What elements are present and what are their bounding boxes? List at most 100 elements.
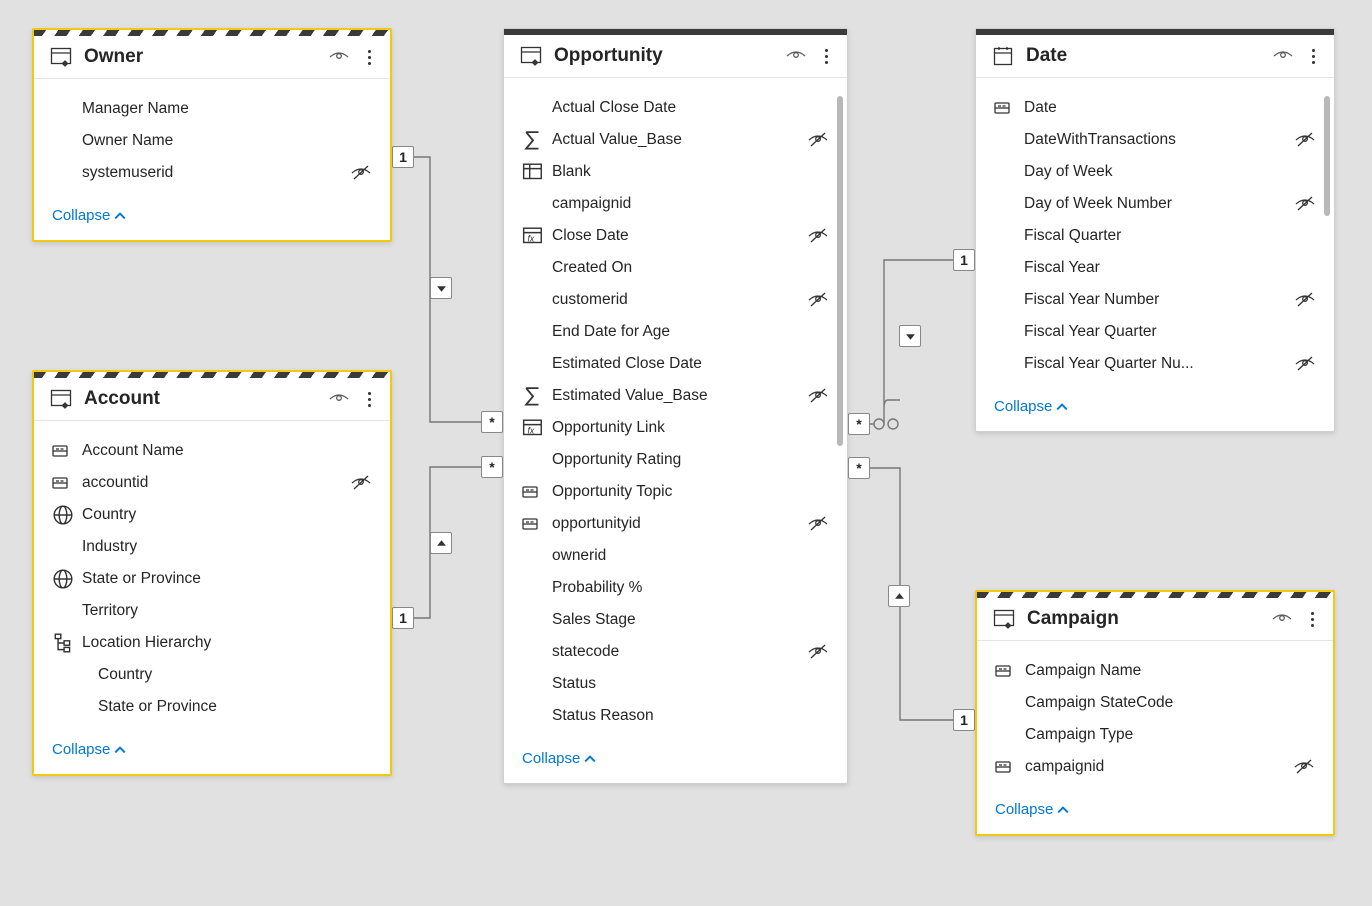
chevron-up-icon [1056,401,1068,413]
field-row[interactable]: Account Name [34,435,390,467]
cardinality-one: 1 [392,146,414,168]
hidden-icon [807,227,829,245]
scrollbar[interactable] [837,96,843,446]
field-row[interactable]: Country [34,659,390,691]
table-card-owner[interactable]: Owner Manager NameOwner Namesystemuserid… [32,28,392,242]
hidden-icon [1294,291,1316,309]
field-row[interactable]: Date [976,92,1334,124]
field-row[interactable]: Country [34,499,390,531]
card-header[interactable]: Opportunity [504,35,847,78]
visibility-icon[interactable] [328,46,350,68]
table-card-date[interactable]: Date DateDateWithTransactionsDay of Week… [975,28,1335,432]
field-row[interactable]: Status [504,668,847,700]
blank-icon [52,666,74,684]
more-options-icon[interactable] [362,392,376,407]
table-card-account[interactable]: Account Account NameaccountidCountryIndu… [32,370,392,776]
field-row[interactable]: statecode [504,636,847,668]
collapse-button[interactable]: Collapse [977,791,1333,834]
card-header[interactable]: Account [34,378,390,421]
cardinality-one: 1 [953,249,975,271]
field-row[interactable]: ownerid [504,540,847,572]
field-row[interactable]: Blank [504,156,847,188]
visibility-icon[interactable] [1271,608,1293,630]
visibility-icon[interactable] [785,45,807,67]
table-card-campaign[interactable]: Campaign Campaign NameCampaign StateCode… [975,590,1335,836]
field-list: Account NameaccountidCountryIndustryStat… [34,421,390,731]
field-row[interactable]: Fiscal Year Number [976,284,1334,316]
blank-icon [522,99,544,117]
field-row[interactable]: Opportunity Topic [504,476,847,508]
field-row[interactable]: Day of Week Number [976,188,1334,220]
field-row[interactable]: State or Province [34,691,390,723]
field-row[interactable]: Owner Name [34,125,390,157]
field-name: Fiscal Year Quarter Nu... [1024,355,1286,373]
blank-icon [995,694,1017,712]
collapse-button[interactable]: Collapse [976,388,1334,431]
field-row[interactable]: Industry [34,531,390,563]
field-row[interactable]: Actual Value_Base [504,124,847,156]
hidden-icon [350,698,372,716]
blank-icon [994,195,1016,213]
field-row[interactable]: Status Reason [504,700,847,732]
table-title: Account [84,388,316,410]
field-row[interactable]: systemuserid [34,157,390,189]
field-row[interactable]: Manager Name [34,93,390,125]
field-row[interactable]: campaignid [977,751,1333,783]
blank-icon [522,579,544,597]
field-row[interactable]: Campaign Type [977,719,1333,751]
table-icon [50,388,72,410]
visibility-icon[interactable] [1272,45,1294,67]
visibility-icon[interactable] [328,388,350,410]
field-row[interactable]: Campaign Name [977,655,1333,687]
field-row[interactable]: Campaign StateCode [977,687,1333,719]
collapse-label: Collapse [52,741,110,758]
hidden-icon [1294,195,1316,213]
field-name: Actual Value_Base [552,131,799,149]
field-row[interactable]: Fiscal Quarter [976,220,1334,252]
more-options-icon[interactable] [1305,612,1319,627]
field-row[interactable]: DateWithTransactions [976,124,1334,156]
field-name: statecode [552,643,799,661]
chevron-up-icon [1057,804,1069,816]
scrollbar[interactable] [1324,96,1330,216]
field-row[interactable]: fxOpportunity Link [504,412,847,444]
blank-icon [994,227,1016,245]
field-row[interactable]: accountid [34,467,390,499]
field-row[interactable]: Fiscal Year Quarter Nu... [976,348,1334,380]
collapse-button[interactable]: Collapse [34,731,390,774]
field-row[interactable]: State or Province [34,563,390,595]
field-row[interactable]: Probability % [504,572,847,604]
field-row[interactable]: Estimated Close Date [504,348,847,380]
field-row[interactable]: Opportunity Rating [504,444,847,476]
field-row[interactable]: fxClose Date [504,220,847,252]
table-card-opportunity[interactable]: Opportunity Actual Close Date Actual Valu… [503,28,848,784]
field-row[interactable]: Created On [504,252,847,284]
collapse-button[interactable]: Collapse [504,740,847,783]
card-header[interactable]: Date [976,35,1334,78]
field-row[interactable]: campaignid [504,188,847,220]
card-header[interactable]: Campaign [977,598,1333,641]
key-icon [52,442,74,460]
more-options-icon[interactable] [362,50,376,65]
hidden-icon [1293,662,1315,680]
field-name: Territory [82,602,342,620]
hidden-icon [1293,694,1315,712]
field-row[interactable]: End Date for Age [504,316,847,348]
field-row[interactable]: Location Hierarchy [34,627,390,659]
hidden-icon [350,570,372,588]
field-row[interactable]: Territory [34,595,390,627]
filter-direction-arrow [430,277,452,299]
field-row[interactable]: Fiscal Year [976,252,1334,284]
field-row[interactable]: Day of Week [976,156,1334,188]
field-row[interactable]: Estimated Value_Base [504,380,847,412]
more-options-icon[interactable] [819,49,833,64]
field-row[interactable]: opportunityid [504,508,847,540]
blank-icon [52,698,74,716]
field-row[interactable]: Actual Close Date [504,92,847,124]
field-row[interactable]: Fiscal Year Quarter [976,316,1334,348]
field-row[interactable]: customerid [504,284,847,316]
card-header[interactable]: Owner [34,36,390,79]
field-row[interactable]: Sales Stage [504,604,847,636]
more-options-icon[interactable] [1306,49,1320,64]
collapse-button[interactable]: Collapse [34,197,390,240]
